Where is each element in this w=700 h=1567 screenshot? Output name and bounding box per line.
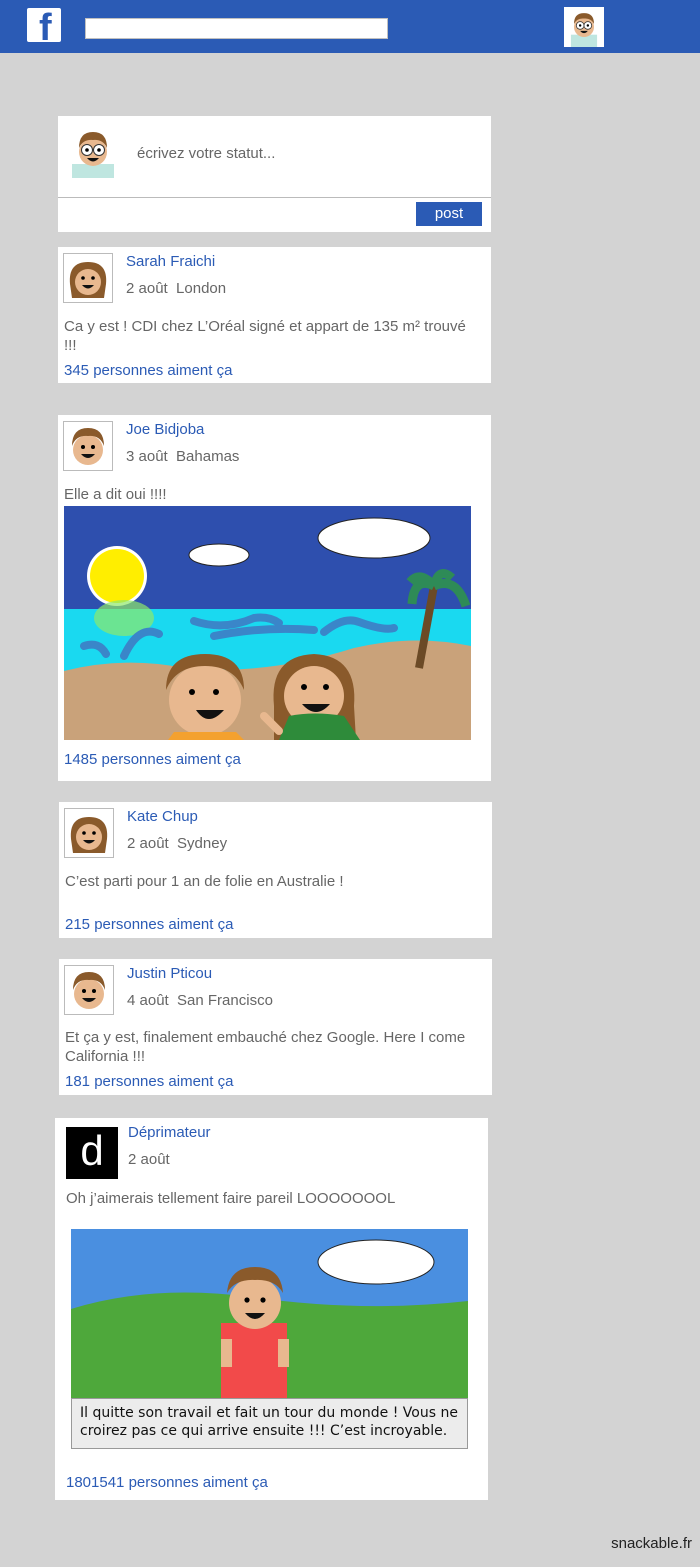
- post-author[interactable]: Déprimateur: [128, 1124, 211, 1141]
- top-bar: f: [0, 0, 700, 53]
- avatar[interactable]: [64, 808, 114, 858]
- link-preview-caption: Il quitte son travail et fait un tour du…: [71, 1398, 468, 1449]
- status-composer: écrivez votre statut... post: [58, 116, 491, 232]
- post-card: d Déprimateur 2 août Oh j’aimerais telle…: [55, 1118, 488, 1500]
- girl-avatar-icon: [70, 817, 108, 853]
- avatar[interactable]: d: [66, 1127, 118, 1179]
- post-button[interactable]: post: [416, 202, 482, 226]
- post-text: Et ça y est, finalement embauché chez Go…: [65, 1029, 466, 1065]
- post-card: Joe Bidjoba 3 août Bahamas Elle a dit ou…: [58, 415, 491, 781]
- profile-avatar[interactable]: [564, 7, 604, 47]
- post-author[interactable]: Justin Pticou: [127, 965, 212, 982]
- likes-count[interactable]: 1801541 personnes aiment ça: [66, 1474, 268, 1491]
- avatar[interactable]: [63, 421, 113, 471]
- post-meta: 2 août Sydney: [127, 835, 228, 852]
- post-text: Elle a dit oui !!!!: [64, 486, 167, 503]
- post-meta: 3 août Bahamas: [126, 448, 240, 465]
- post-card: Kate Chup 2 août Sydney C’est parti pour…: [59, 802, 492, 938]
- boy-avatar-icon: [72, 428, 104, 465]
- post-text: Oh j’aimerais tellement faire pareil LOO…: [66, 1190, 396, 1207]
- post-author[interactable]: Kate Chup: [127, 808, 198, 825]
- girl-avatar-icon: [69, 262, 107, 298]
- post-author[interactable]: Joe Bidjoba: [126, 421, 204, 438]
- search-input[interactable]: [85, 18, 388, 39]
- post-meta: 2 août London: [126, 280, 227, 297]
- post-meta: 4 août San Francisco: [127, 992, 273, 1009]
- likes-count[interactable]: 345 personnes aiment ça: [64, 362, 232, 379]
- likes-count[interactable]: 181 personnes aiment ça: [65, 1073, 233, 1090]
- boy-glasses-avatar-icon: [72, 132, 114, 178]
- composer-avatar: [68, 126, 118, 178]
- post-card: Justin Pticou 4 août San Francisco Et ça…: [59, 959, 492, 1095]
- avatar[interactable]: [64, 965, 114, 1015]
- link-preview[interactable]: Il quitte son travail et fait un tour du…: [71, 1229, 468, 1449]
- logo-letter: f: [39, 8, 52, 42]
- post-author[interactable]: Sarah Fraichi: [126, 253, 215, 270]
- post-text: Ca y est ! CDI chez L’Oréal signé et app…: [64, 318, 466, 354]
- likes-count[interactable]: 1485 personnes aiment ça: [64, 751, 241, 768]
- status-placeholder[interactable]: écrivez votre statut...: [137, 145, 275, 162]
- facebook-logo-icon[interactable]: f: [27, 8, 61, 42]
- post-meta: 2 août: [128, 1151, 170, 1168]
- avatar[interactable]: [63, 253, 113, 303]
- beach-photo[interactable]: [64, 506, 471, 740]
- post-text: C’est parti pour 1 an de folie en Austra…: [65, 873, 344, 890]
- boy-avatar-icon: [73, 972, 105, 1009]
- boy-glasses-avatar-icon: [570, 13, 598, 47]
- footer-brand: snackable.fr: [611, 1535, 692, 1552]
- post-card: Sarah Fraichi 2 août London Ca y est ! C…: [58, 247, 491, 383]
- avatar-letter: d: [80, 1127, 104, 1174]
- cloud-icon: [317, 1239, 435, 1285]
- link-preview-image: [71, 1229, 468, 1398]
- likes-count[interactable]: 215 personnes aiment ça: [65, 916, 233, 933]
